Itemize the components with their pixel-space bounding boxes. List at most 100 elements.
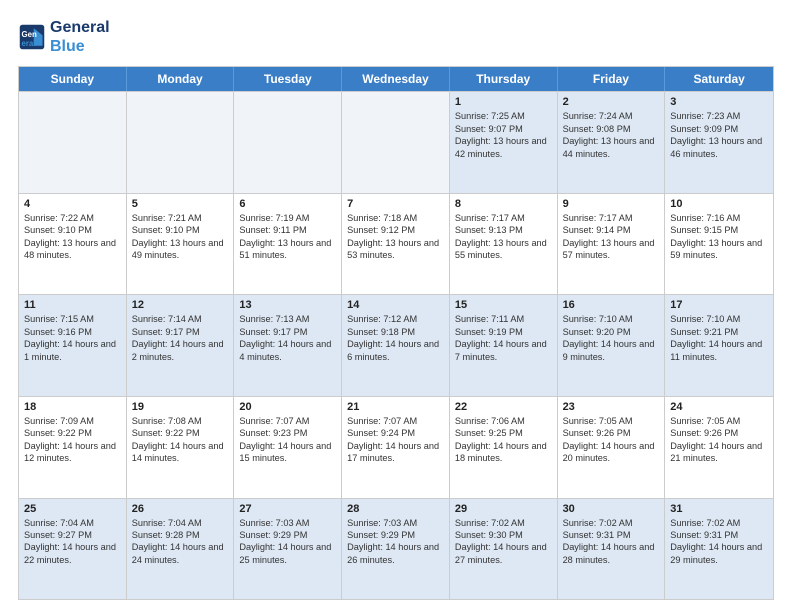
sunset-text: Sunset: 9:10 PM [24,224,121,236]
sunrise-text: Sunrise: 7:18 AM [347,212,444,224]
day-number: 3 [670,96,768,108]
day-number: 31 [670,503,768,515]
sunrise-text: Sunrise: 7:07 AM [347,415,444,427]
day-number: 24 [670,401,768,413]
daylight-text: Daylight: 14 hours and 4 minutes. [239,338,336,363]
header-day-sunday: Sunday [19,67,127,91]
sunset-text: Sunset: 9:31 PM [670,529,768,541]
day-number: 2 [563,96,660,108]
daylight-text: Daylight: 13 hours and 49 minutes. [132,237,229,262]
daylight-text: Daylight: 14 hours and 18 minutes. [455,440,552,465]
sunrise-text: Sunrise: 7:17 AM [455,212,552,224]
day-number: 1 [455,96,552,108]
day-number: 29 [455,503,552,515]
day-number: 18 [24,401,121,413]
daylight-text: Daylight: 14 hours and 15 minutes. [239,440,336,465]
sunrise-text: Sunrise: 7:10 AM [670,313,768,325]
daylight-text: Daylight: 14 hours and 14 minutes. [132,440,229,465]
daylight-text: Daylight: 13 hours and 53 minutes. [347,237,444,262]
sunset-text: Sunset: 9:27 PM [24,529,121,541]
sunset-text: Sunset: 9:30 PM [455,529,552,541]
calendar-week-2: 4Sunrise: 7:22 AMSunset: 9:10 PMDaylight… [19,193,773,295]
sunrise-text: Sunrise: 7:12 AM [347,313,444,325]
header: Gen eral General Blue [18,18,774,56]
daylight-text: Daylight: 13 hours and 59 minutes. [670,237,768,262]
day-number: 14 [347,299,444,311]
sunset-text: Sunset: 9:11 PM [239,224,336,236]
sunset-text: Sunset: 9:08 PM [563,123,660,135]
daylight-text: Daylight: 14 hours and 27 minutes. [455,541,552,566]
sunrise-text: Sunrise: 7:04 AM [24,517,121,529]
day-cell-6: 6Sunrise: 7:19 AMSunset: 9:11 PMDaylight… [234,194,342,295]
daylight-text: Daylight: 13 hours and 46 minutes. [670,135,768,160]
sunset-text: Sunset: 9:07 PM [455,123,552,135]
sunset-text: Sunset: 9:16 PM [24,326,121,338]
sunrise-text: Sunrise: 7:10 AM [563,313,660,325]
sunset-text: Sunset: 9:25 PM [455,427,552,439]
svg-text:Gen: Gen [22,30,37,39]
sunset-text: Sunset: 9:29 PM [239,529,336,541]
day-number: 26 [132,503,229,515]
day-cell-12: 12Sunrise: 7:14 AMSunset: 9:17 PMDayligh… [127,295,235,396]
sunset-text: Sunset: 9:26 PM [670,427,768,439]
day-number: 17 [670,299,768,311]
sunset-text: Sunset: 9:14 PM [563,224,660,236]
daylight-text: Daylight: 13 hours and 44 minutes. [563,135,660,160]
day-number: 16 [563,299,660,311]
day-cell-16: 16 Sunrise: 7:10 AMSunset: 9:20 PMDayligh… [558,295,666,396]
day-cell-21: 21Sunrise: 7:07 AMSunset: 9:24 PMDayligh… [342,397,450,498]
calendar-header: SundayMondayTuesdayWednesdayThursdayFrid… [19,67,773,91]
day-cell-30: 30Sunrise: 7:02 AMSunset: 9:31 PMDayligh… [558,499,666,600]
day-number: 21 [347,401,444,413]
sunset-text: Sunset: 9:13 PM [455,224,552,236]
daylight-text: Daylight: 14 hours and 29 minutes. [670,541,768,566]
sunrise-text: Sunrise: 7:06 AM [455,415,552,427]
daylight-text: Daylight: 14 hours and 6 minutes. [347,338,444,363]
sunrise-text: Sunrise: 7:14 AM [132,313,229,325]
day-number: 22 [455,401,552,413]
day-cell-26: 26Sunrise: 7:04 AMSunset: 9:28 PMDayligh… [127,499,235,600]
day-number: 5 [132,198,229,210]
calendar-week-1: 1Sunrise: 7:25 AMSunset: 9:07 PMDaylight… [19,91,773,193]
day-number: 6 [239,198,336,210]
day-cell-28: 28Sunrise: 7:03 AMSunset: 9:29 PMDayligh… [342,499,450,600]
sunrise-text: Sunrise: 7:02 AM [670,517,768,529]
day-number: 8 [455,198,552,210]
day-number: 27 [239,503,336,515]
sunrise-text: Sunrise: 7:22 AM [24,212,121,224]
day-cell-2: 2 Sunrise: 7:24 AMSunset: 9:08 PMDaylight… [558,92,666,193]
header-day-thursday: Thursday [450,67,558,91]
day-cell-18: 18 Sunrise: 7:09 AMSunset: 9:22 PMDayligh… [19,397,127,498]
sunset-text: Sunset: 9:20 PM [563,326,660,338]
sunrise-text: Sunrise: 7:09 AM [24,415,121,427]
day-cell-24: 24Sunrise: 7:05 AMSunset: 9:26 PMDayligh… [665,397,773,498]
day-cell-29: 29 Sunrise: 7:02 AMSunset: 9:30 PMDayligh… [450,499,558,600]
sunrise-text: Sunrise: 7:19 AM [239,212,336,224]
daylight-text: Daylight: 14 hours and 24 minutes. [132,541,229,566]
sunrise-text: Sunrise: 7:24 AM [563,110,660,122]
calendar-week-4: 18Sunrise: 7:09 AMSunset: 9:22 PMDayligh… [19,396,773,498]
calendar: SundayMondayTuesdayWednesdayThursdayFrid… [18,66,774,600]
calendar-body: 1Sunrise: 7:25 AMSunset: 9:07 PMDaylight… [19,91,773,599]
logo: Gen eral General Blue [18,18,110,56]
daylight-text: Daylight: 14 hours and 12 minutes. [24,440,121,465]
day-cell-23: 23Sunrise: 7:05 AMSunset: 9:26 PMDayligh… [558,397,666,498]
day-number: 19 [132,401,229,413]
header-day-saturday: Saturday [665,67,773,91]
day-number: 23 [563,401,660,413]
sunrise-text: Sunrise: 7:23 AM [670,110,768,122]
daylight-text: Daylight: 14 hours and 9 minutes. [563,338,660,363]
daylight-text: Daylight: 14 hours and 7 minutes. [455,338,552,363]
day-cell-17: 17Sunrise: 7:10 AMSunset: 9:21 PMDayligh… [665,295,773,396]
sunset-text: Sunset: 9:31 PM [563,529,660,541]
sunset-text: Sunset: 9:17 PM [239,326,336,338]
calendar-week-3: 11Sunrise: 7:15 AMSunset: 9:16 PMDayligh… [19,294,773,396]
header-day-wednesday: Wednesday [342,67,450,91]
day-number: 10 [670,198,768,210]
sunset-text: Sunset: 9:22 PM [24,427,121,439]
logo-icon: Gen eral [18,23,46,51]
day-cell-14: 14Sunrise: 7:12 AMSunset: 9:18 PMDayligh… [342,295,450,396]
sunrise-text: Sunrise: 7:02 AM [455,517,552,529]
daylight-text: Daylight: 14 hours and 17 minutes. [347,440,444,465]
sunset-text: Sunset: 9:17 PM [132,326,229,338]
